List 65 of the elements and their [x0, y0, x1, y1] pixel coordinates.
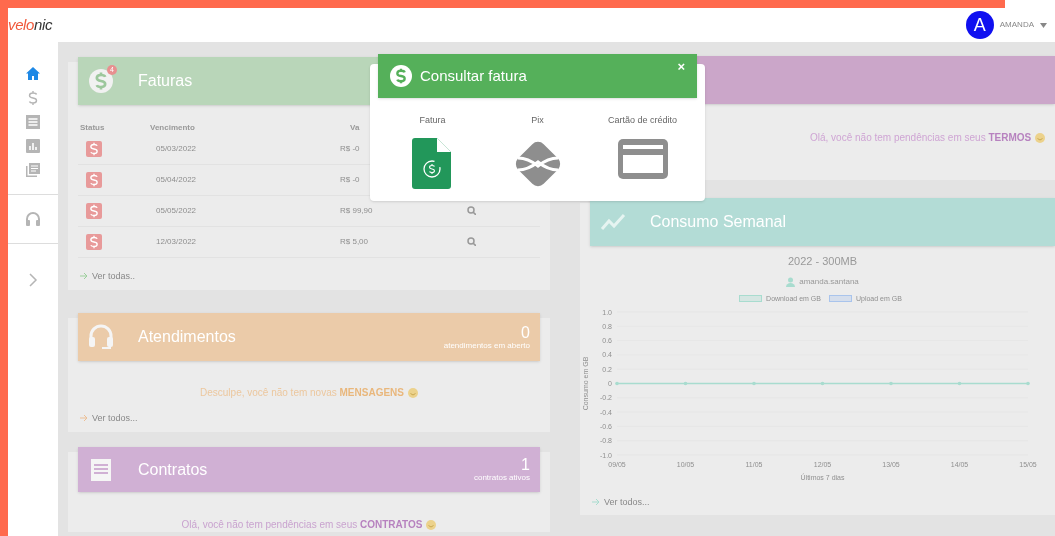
arrow-right-icon [80, 272, 88, 281]
arrow-right-icon [592, 498, 600, 507]
dollar-status-icon [86, 172, 102, 188]
dollar-status-icon [86, 141, 102, 157]
list-icon[interactable] [25, 114, 41, 130]
count-label: atendimentos em aberto [443, 341, 530, 350]
see-all-link[interactable]: Ver todas.. [92, 269, 136, 283]
card-title: Atendimentos [138, 327, 236, 347]
see-all-link[interactable]: Ver todos... [604, 495, 650, 509]
modal-title: Consultar fatura [420, 65, 527, 86]
table-cell-text: 05/04/2022 [156, 174, 198, 186]
headset-icon[interactable] [25, 211, 41, 227]
user-name: amanda.santana [799, 275, 859, 288]
see-all-link[interactable]: Ver todos... [92, 411, 138, 425]
library-icon[interactable] [25, 162, 41, 178]
arrow-right-icon [80, 414, 88, 423]
search-icon[interactable] [467, 206, 476, 215]
user-name[interactable]: AMANDA [999, 19, 1034, 31]
dollar-circle-icon [88, 68, 114, 94]
column-header: Vencimento [150, 122, 196, 134]
column-header: Status [80, 122, 106, 134]
option-label: Fatura [419, 114, 446, 127]
column-header: Va [350, 122, 361, 134]
home-icon[interactable] [25, 66, 41, 82]
smiley-icon [1035, 132, 1046, 143]
dollar-status-icon [86, 234, 102, 250]
user-avatar[interactable]: A [965, 11, 994, 39]
table-cell-text: R$ -0 [340, 143, 361, 155]
table-cell-text: R$ -0 [340, 174, 361, 186]
close-button[interactable]: × [677, 60, 685, 73]
user-icon [786, 276, 796, 287]
table-cell-text: R$ 99,90 [340, 205, 374, 217]
card-title: Contratos [138, 459, 208, 480]
data-point [615, 381, 619, 386]
dollar-status-icon [86, 203, 102, 219]
smiley-icon [408, 387, 418, 398]
data-point [1026, 381, 1030, 386]
caret-icon[interactable] [1040, 22, 1047, 28]
data-point [957, 381, 962, 386]
smiley-icon [426, 519, 437, 530]
option-label: Cartão de crédito [607, 114, 677, 127]
bar-chart-icon[interactable] [25, 138, 41, 154]
chart-subtitle: 2022 - 300MB [786, 254, 859, 269]
data-point [820, 381, 825, 386]
card-title: Faturas [138, 71, 193, 91]
credit-card-icon[interactable] [616, 137, 669, 180]
search-icon[interactable] [467, 237, 476, 246]
option-label: Pix [531, 114, 544, 127]
count: 0 [521, 324, 530, 341]
message-text: Olá, você não tem pendências em seus CONTRATOS [181, 518, 423, 532]
count: 1 [521, 457, 530, 473]
data-point [683, 381, 688, 386]
table-cell-text: 05/05/2022 [156, 205, 198, 217]
message-text: Desculpe, você não tem novas MENSAGENS [200, 386, 404, 400]
count-label: contratos ativos [473, 474, 530, 482]
headset-icon [88, 324, 114, 350]
dollar-circle-icon [390, 65, 412, 87]
invoice-document-icon[interactable] [411, 137, 454, 190]
message-text: Olá, você não tem pendências em seus TERMOS [810, 131, 1032, 145]
logo: velonic [8, 14, 53, 35]
table-cell-text: 12/03/2022 [156, 236, 198, 248]
table-cell-text: 05/03/2022 [156, 143, 198, 155]
table-cell-text: R$ 5,00 [340, 236, 370, 248]
card-title: Consumo Semanal [650, 212, 787, 232]
document-icon [88, 456, 114, 483]
